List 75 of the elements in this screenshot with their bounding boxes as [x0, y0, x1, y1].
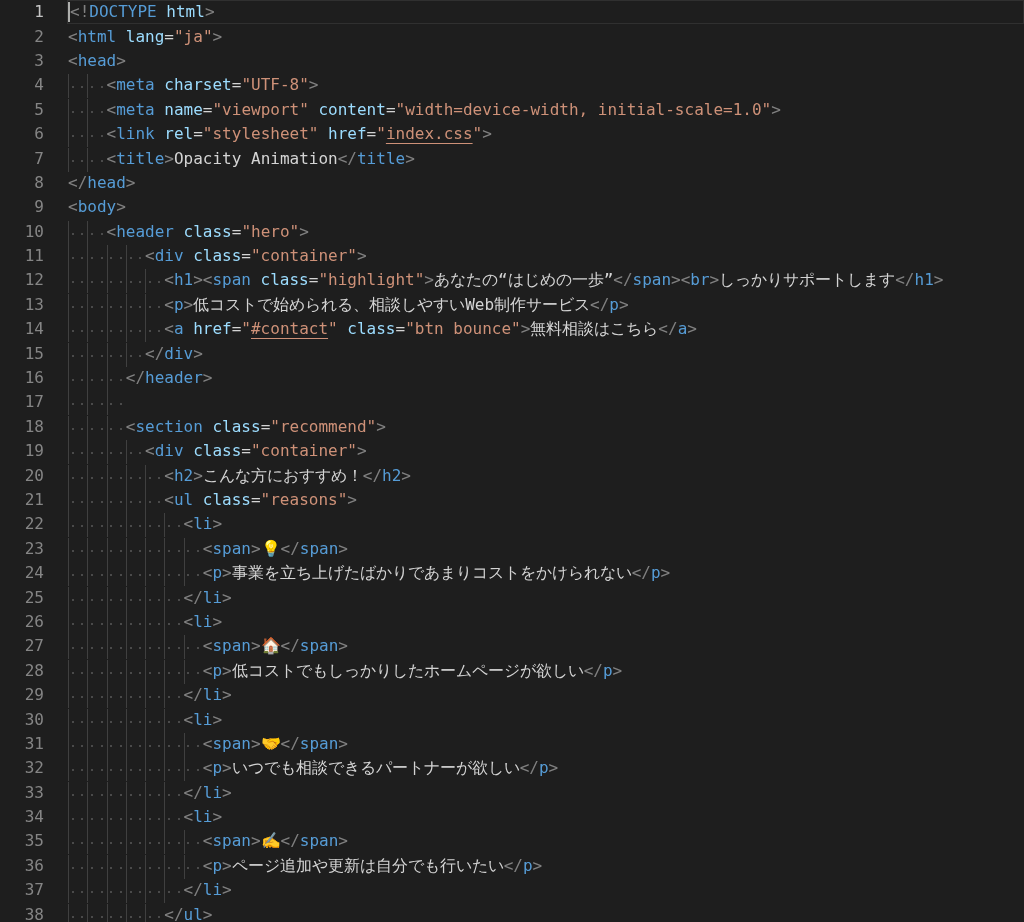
line-number: 28 [23, 659, 44, 682]
code-line: <p>低コストでもしっかりしたホームページが欲しい</p> [68, 659, 623, 682]
code-line: </li> [68, 781, 232, 804]
line-number: 34 [23, 806, 44, 829]
code-line: <p>低コストで始められる、相談しやすいWeb制作サービス</p> [68, 293, 629, 316]
code-line: <section class="recommend"> [68, 415, 386, 438]
line-number: 3 [33, 49, 44, 72]
line-number: 32 [23, 757, 44, 780]
code-line: <div class="container"> [68, 245, 367, 268]
line-number: 11 [23, 245, 44, 268]
code-line: <p>いつでも相談できるパートナーが欲しい</p> [68, 757, 559, 780]
line-number: 5 [33, 98, 44, 121]
line-number: 14 [23, 318, 44, 341]
code-line: <link rel="stylesheet" href="index.css"> [68, 123, 492, 146]
line-number: 24 [23, 562, 44, 585]
code-line: </li> [68, 879, 232, 902]
code-line: <div class="container"> [68, 440, 367, 463]
line-number: 27 [23, 635, 44, 658]
code-line: <head> [68, 49, 126, 72]
line-number: 25 [23, 586, 44, 609]
line-number: 30 [23, 708, 44, 731]
code-line: </div> [68, 342, 203, 365]
code-line: <p>事業を立ち上げたばかりであまりコストをかけられない</p> [68, 562, 671, 585]
code-line: <h2>こんな方におすすめ！</h2> [68, 464, 411, 487]
code-line: </li> [68, 684, 232, 707]
line-number: 37 [23, 879, 44, 902]
code-line: <!DOCTYPE html> [68, 1, 215, 24]
line-number: 36 [23, 854, 44, 877]
line-number: 21 [23, 489, 44, 511]
code-line: <li> [68, 513, 223, 536]
line-number: 9 [33, 196, 44, 219]
code-line: <span>✍</span> [68, 830, 348, 853]
line-number: 16 [23, 367, 44, 390]
code-line: <p>ページ追加や更新は自分でも行いたい</p> [68, 854, 543, 877]
line-number: 29 [23, 684, 44, 707]
line-number: 13 [23, 293, 44, 316]
code-line: <li> [68, 806, 223, 829]
line-number: 6 [33, 123, 44, 146]
code-line: <span>🏠</span> [68, 635, 348, 658]
code-line: <body> [68, 196, 126, 219]
line-number: 8 [33, 171, 44, 194]
code-line: <span>🤝</span> [68, 732, 348, 755]
code-line: <ul class="reasons"> [68, 489, 357, 511]
line-number: 12 [23, 269, 44, 292]
code-line: <title>Opacity Animation</title> [68, 147, 415, 170]
code-line: <header class="hero"> [68, 220, 309, 243]
line-number: 1 [33, 1, 44, 24]
line-number: 23 [23, 537, 44, 560]
line-number: 15 [23, 342, 44, 365]
code-line: </head> [68, 171, 136, 194]
line-number: 7 [33, 147, 44, 170]
line-number: 17 [23, 391, 44, 414]
code-line: <html lang="ja"> [68, 25, 223, 48]
line-number: 22 [23, 513, 44, 536]
code-line: </li> [68, 586, 232, 609]
code-line: </ul> [68, 903, 213, 922]
line-number: 33 [23, 781, 44, 804]
code-line: <li> [68, 708, 223, 731]
line-number: 35 [23, 830, 44, 853]
code-line: <h1><span class="highlight">あなたの“はじめの一歩”</span><br>しっかりサポートします</h1> [68, 269, 944, 292]
code-line: </header> [68, 367, 213, 390]
code-line: <li> [68, 610, 223, 633]
line-number: 19 [23, 440, 44, 463]
code-line: <span>💡</span> [68, 537, 348, 560]
line-number: 4 [33, 74, 44, 97]
line-number: 10 [23, 220, 44, 243]
code-line: <meta charset="UTF-8"> [68, 74, 319, 97]
line-number: 26 [23, 610, 44, 633]
line-number: 31 [23, 732, 44, 755]
code-line: <a href="#contact" class="btn bounce">無料相談はこちら</a> [68, 318, 697, 341]
line-number: 18 [23, 415, 44, 438]
code-line: <meta name="viewport" content="width=device-width, initial-scale=1.0"> [68, 98, 781, 121]
line-number: 20 [23, 464, 44, 487]
line-number: 38 [23, 903, 44, 922]
line-number: 2 [33, 25, 44, 48]
